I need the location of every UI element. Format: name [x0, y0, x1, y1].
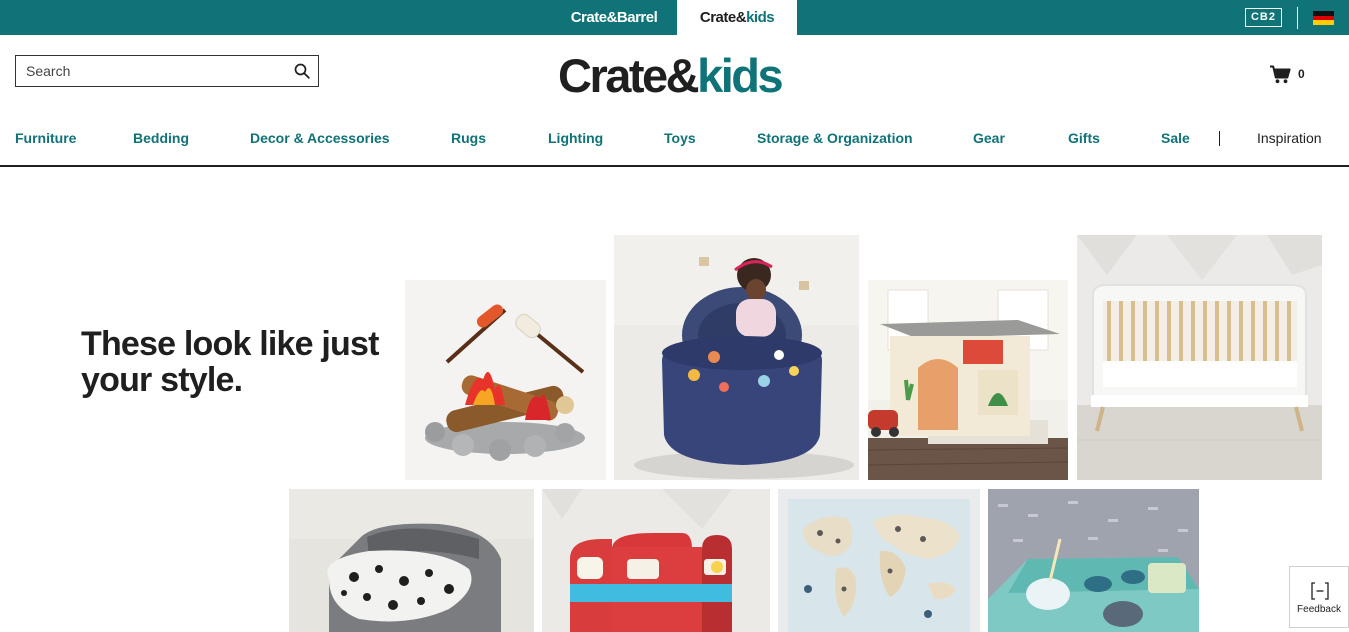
product-tile-baby-seat[interactable] [289, 489, 534, 632]
cb2-link[interactable]: CB2 [1245, 8, 1282, 27]
main-nav: Furniture Bedding Decor & Accessories Ru… [0, 127, 1349, 151]
search-icon[interactable] [294, 63, 310, 79]
crate-kids-tab-accent: kids [746, 9, 775, 26]
product-tile-play-tent[interactable] [868, 280, 1068, 480]
crate-barrel-tab[interactable]: Crate&Barrel [552, 0, 676, 35]
feedback-label: Feedback [1297, 604, 1341, 615]
nav-item-storage-organization[interactable]: Storage & Organization [757, 127, 913, 149]
product-tile-world-map[interactable] [778, 489, 980, 632]
nav-item-gear[interactable]: Gear [973, 127, 1005, 149]
baby-seat-image [289, 489, 534, 632]
germany-flag-icon[interactable] [1313, 11, 1334, 25]
product-tile-activity-seat[interactable] [614, 235, 859, 480]
crate-kids-tab-label: Crate& [699, 9, 747, 26]
feedback-bracket-icon [1311, 582, 1329, 600]
site-logo[interactable]: Crate&kids [558, 49, 784, 102]
brand-bar-divider [1297, 7, 1298, 29]
nav-item-rugs[interactable]: Rugs [451, 127, 486, 149]
nav-item-decor-accessories[interactable]: Decor & Accessories [250, 127, 390, 149]
world-map-image [778, 489, 980, 632]
logo-text: Crate& [558, 49, 700, 102]
logo-accent-text: kids [697, 49, 784, 102]
product-tile-narwhal-mat[interactable] [988, 489, 1199, 632]
nav-item-lighting[interactable]: Lighting [548, 127, 603, 149]
play-tent-image [868, 280, 1068, 480]
nav-item-toys[interactable]: Toys [664, 127, 696, 149]
brand-bar: Crate&Barrel Crate&kids CB2 [0, 0, 1349, 35]
nav-underline [0, 165, 1349, 167]
search-input[interactable] [16, 56, 286, 86]
nav-item-sale[interactable]: Sale [1161, 127, 1190, 149]
product-tile-white-crib[interactable] [1077, 235, 1322, 480]
nav-item-bedding[interactable]: Bedding [133, 127, 189, 149]
search-box [15, 55, 319, 87]
product-tile-campfire-toy[interactable] [405, 280, 606, 480]
hero-headline: These look like just your style. [81, 325, 379, 399]
product-tile-bus-playhouse[interactable] [542, 489, 770, 632]
nav-item-inspiration[interactable]: Inspiration [1257, 127, 1322, 149]
campfire-toy-image [405, 280, 606, 480]
activity-seat-image [614, 235, 859, 480]
bus-playhouse-image [542, 489, 770, 632]
crate-kids-tab[interactable]: Crate&kids [677, 0, 797, 35]
nav-item-furniture[interactable]: Furniture [15, 127, 76, 149]
feedback-button[interactable]: Feedback [1289, 566, 1349, 628]
white-crib-image [1077, 235, 1322, 480]
shopping-cart-icon [1270, 65, 1291, 84]
cart-count: 0 [1298, 67, 1305, 81]
nav-divider [1219, 131, 1220, 146]
nav-item-gifts[interactable]: Gifts [1068, 127, 1100, 149]
narwhal-mat-image [988, 489, 1199, 632]
